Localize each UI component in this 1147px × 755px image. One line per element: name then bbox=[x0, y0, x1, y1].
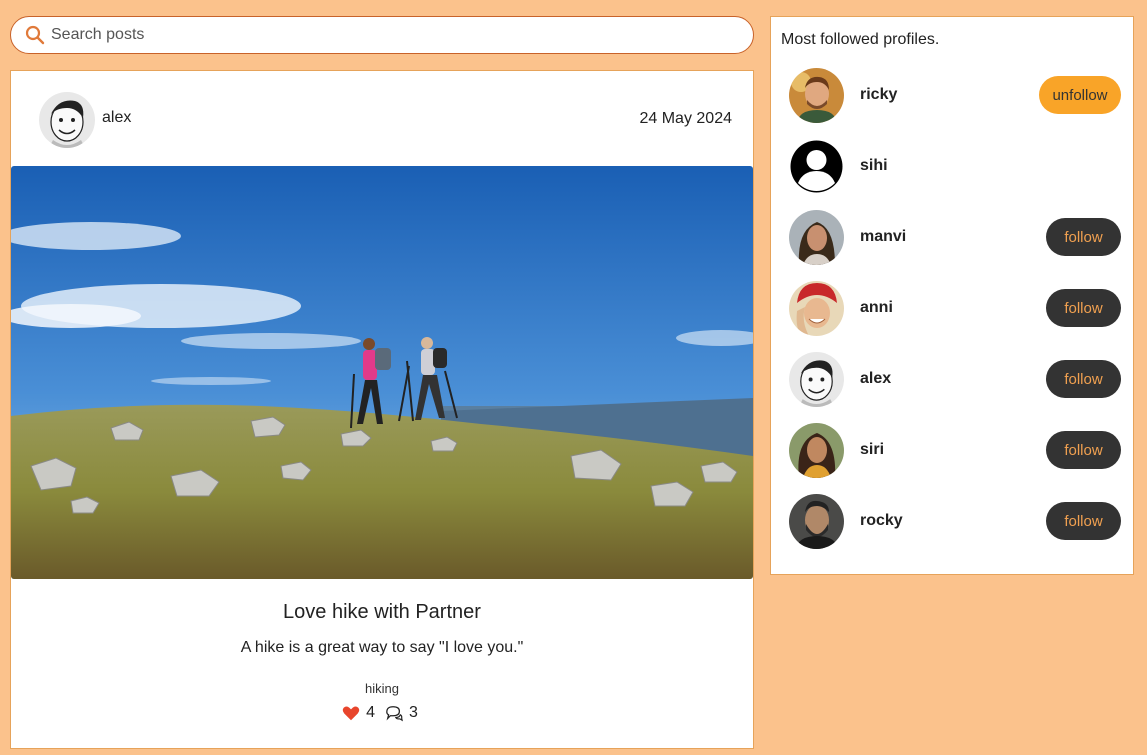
profile-avatar[interactable] bbox=[789, 210, 844, 265]
sidebar-title: Most followed profiles. bbox=[781, 31, 940, 48]
followed-profiles-panel: Most followed profiles. ricky unfollow s… bbox=[770, 16, 1134, 575]
search-bar[interactable] bbox=[10, 16, 754, 54]
profile-name[interactable]: rocky bbox=[860, 512, 903, 530]
profile-avatar[interactable] bbox=[789, 494, 844, 549]
profile-avatar[interactable] bbox=[789, 281, 844, 336]
profile-item: ricky unfollow bbox=[771, 66, 1133, 126]
profile-item: siri follow bbox=[771, 421, 1133, 481]
follow-button[interactable]: follow bbox=[1046, 502, 1121, 540]
profile-avatar[interactable] bbox=[789, 352, 844, 407]
profile-avatar[interactable] bbox=[789, 139, 844, 194]
unfollow-button[interactable]: unfollow bbox=[1039, 76, 1121, 114]
post-title: Love hike with Partner bbox=[283, 601, 481, 623]
profile-item: rocky follow bbox=[771, 492, 1133, 552]
like-count: 4 bbox=[366, 704, 375, 721]
post-author-name[interactable]: alex bbox=[102, 109, 131, 127]
follow-button[interactable]: follow bbox=[1046, 218, 1121, 256]
profile-name[interactable]: manvi bbox=[860, 228, 906, 246]
follow-button[interactable]: follow bbox=[1046, 360, 1121, 398]
profile-name[interactable]: anni bbox=[860, 299, 893, 317]
post-image[interactable] bbox=[11, 166, 753, 579]
profile-name[interactable]: sihi bbox=[860, 157, 888, 175]
profile-avatar[interactable] bbox=[789, 423, 844, 478]
profile-item: manvi follow bbox=[771, 208, 1133, 268]
post-author-avatar[interactable] bbox=[39, 92, 95, 148]
heart-icon[interactable] bbox=[342, 704, 360, 722]
post-text: A hike is a great way to say "I love you… bbox=[240, 639, 524, 656]
post-stats: 4 3 bbox=[11, 704, 753, 722]
comment-icon[interactable] bbox=[385, 704, 403, 722]
profile-item: alex follow bbox=[771, 350, 1133, 410]
post-header: alex 24 May 2024 bbox=[11, 71, 753, 167]
search-icon bbox=[25, 25, 45, 45]
search-input[interactable] bbox=[51, 26, 731, 44]
comment-count: 3 bbox=[409, 704, 418, 721]
profile-item: sihi bbox=[771, 137, 1133, 197]
profile-name[interactable]: ricky bbox=[860, 86, 897, 104]
profile-name[interactable]: alex bbox=[860, 370, 891, 388]
post-date: 24 May 2024 bbox=[639, 110, 732, 127]
follow-button[interactable]: follow bbox=[1046, 289, 1121, 327]
post-card: alex 24 May 2024 Love hike with Partner … bbox=[10, 70, 754, 749]
profile-name[interactable]: siri bbox=[860, 441, 884, 459]
follow-button[interactable]: follow bbox=[1046, 431, 1121, 469]
profile-item: anni follow bbox=[771, 279, 1133, 339]
post-tag[interactable]: hiking bbox=[11, 681, 753, 696]
profile-avatar[interactable] bbox=[789, 68, 844, 123]
